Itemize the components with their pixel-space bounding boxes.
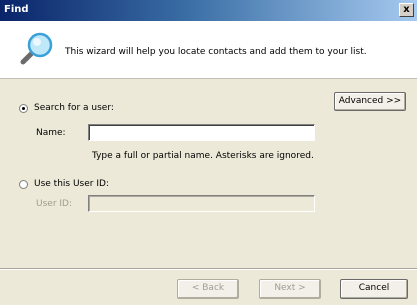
wizard-description: This wizard will help you locate contact… bbox=[65, 47, 367, 57]
user-id-radio-label[interactable]: Use this User ID: bbox=[34, 179, 109, 189]
user-id-input[interactable] bbox=[88, 195, 315, 212]
search-user-radio[interactable] bbox=[19, 104, 28, 113]
next-button[interactable]: Next > bbox=[259, 279, 321, 299]
title-bar[interactable]: Find x bbox=[0, 0, 417, 21]
find-dialog: Find x This wizard will help you locate … bbox=[0, 0, 417, 305]
close-icon: x bbox=[403, 4, 410, 15]
cancel-button-label: Cancel bbox=[358, 283, 390, 293]
next-button-label: Next > bbox=[274, 283, 306, 293]
search-user-label[interactable]: Search for a user: bbox=[34, 103, 114, 113]
magnifier-icon bbox=[20, 32, 53, 65]
radio-selected-dot bbox=[22, 107, 25, 110]
name-input[interactable] bbox=[88, 124, 315, 141]
advanced-button[interactable]: Advanced >> bbox=[334, 92, 406, 111]
back-button-label: < Back bbox=[191, 283, 225, 293]
cancel-button[interactable]: Cancel bbox=[340, 279, 408, 299]
close-button[interactable]: x bbox=[399, 3, 414, 17]
name-label: Name: bbox=[36, 128, 66, 138]
footer-divider bbox=[0, 268, 417, 270]
window-title: Find bbox=[4, 4, 29, 15]
name-hint: Type a full or partial name. Asterisks a… bbox=[92, 151, 314, 161]
back-button[interactable]: < Back bbox=[177, 279, 239, 299]
advanced-button-label: Advanced >> bbox=[338, 96, 402, 106]
user-id-label: User ID: bbox=[36, 199, 72, 209]
wizard-header: This wizard will help you locate contact… bbox=[0, 21, 417, 79]
user-id-radio[interactable] bbox=[19, 180, 28, 189]
